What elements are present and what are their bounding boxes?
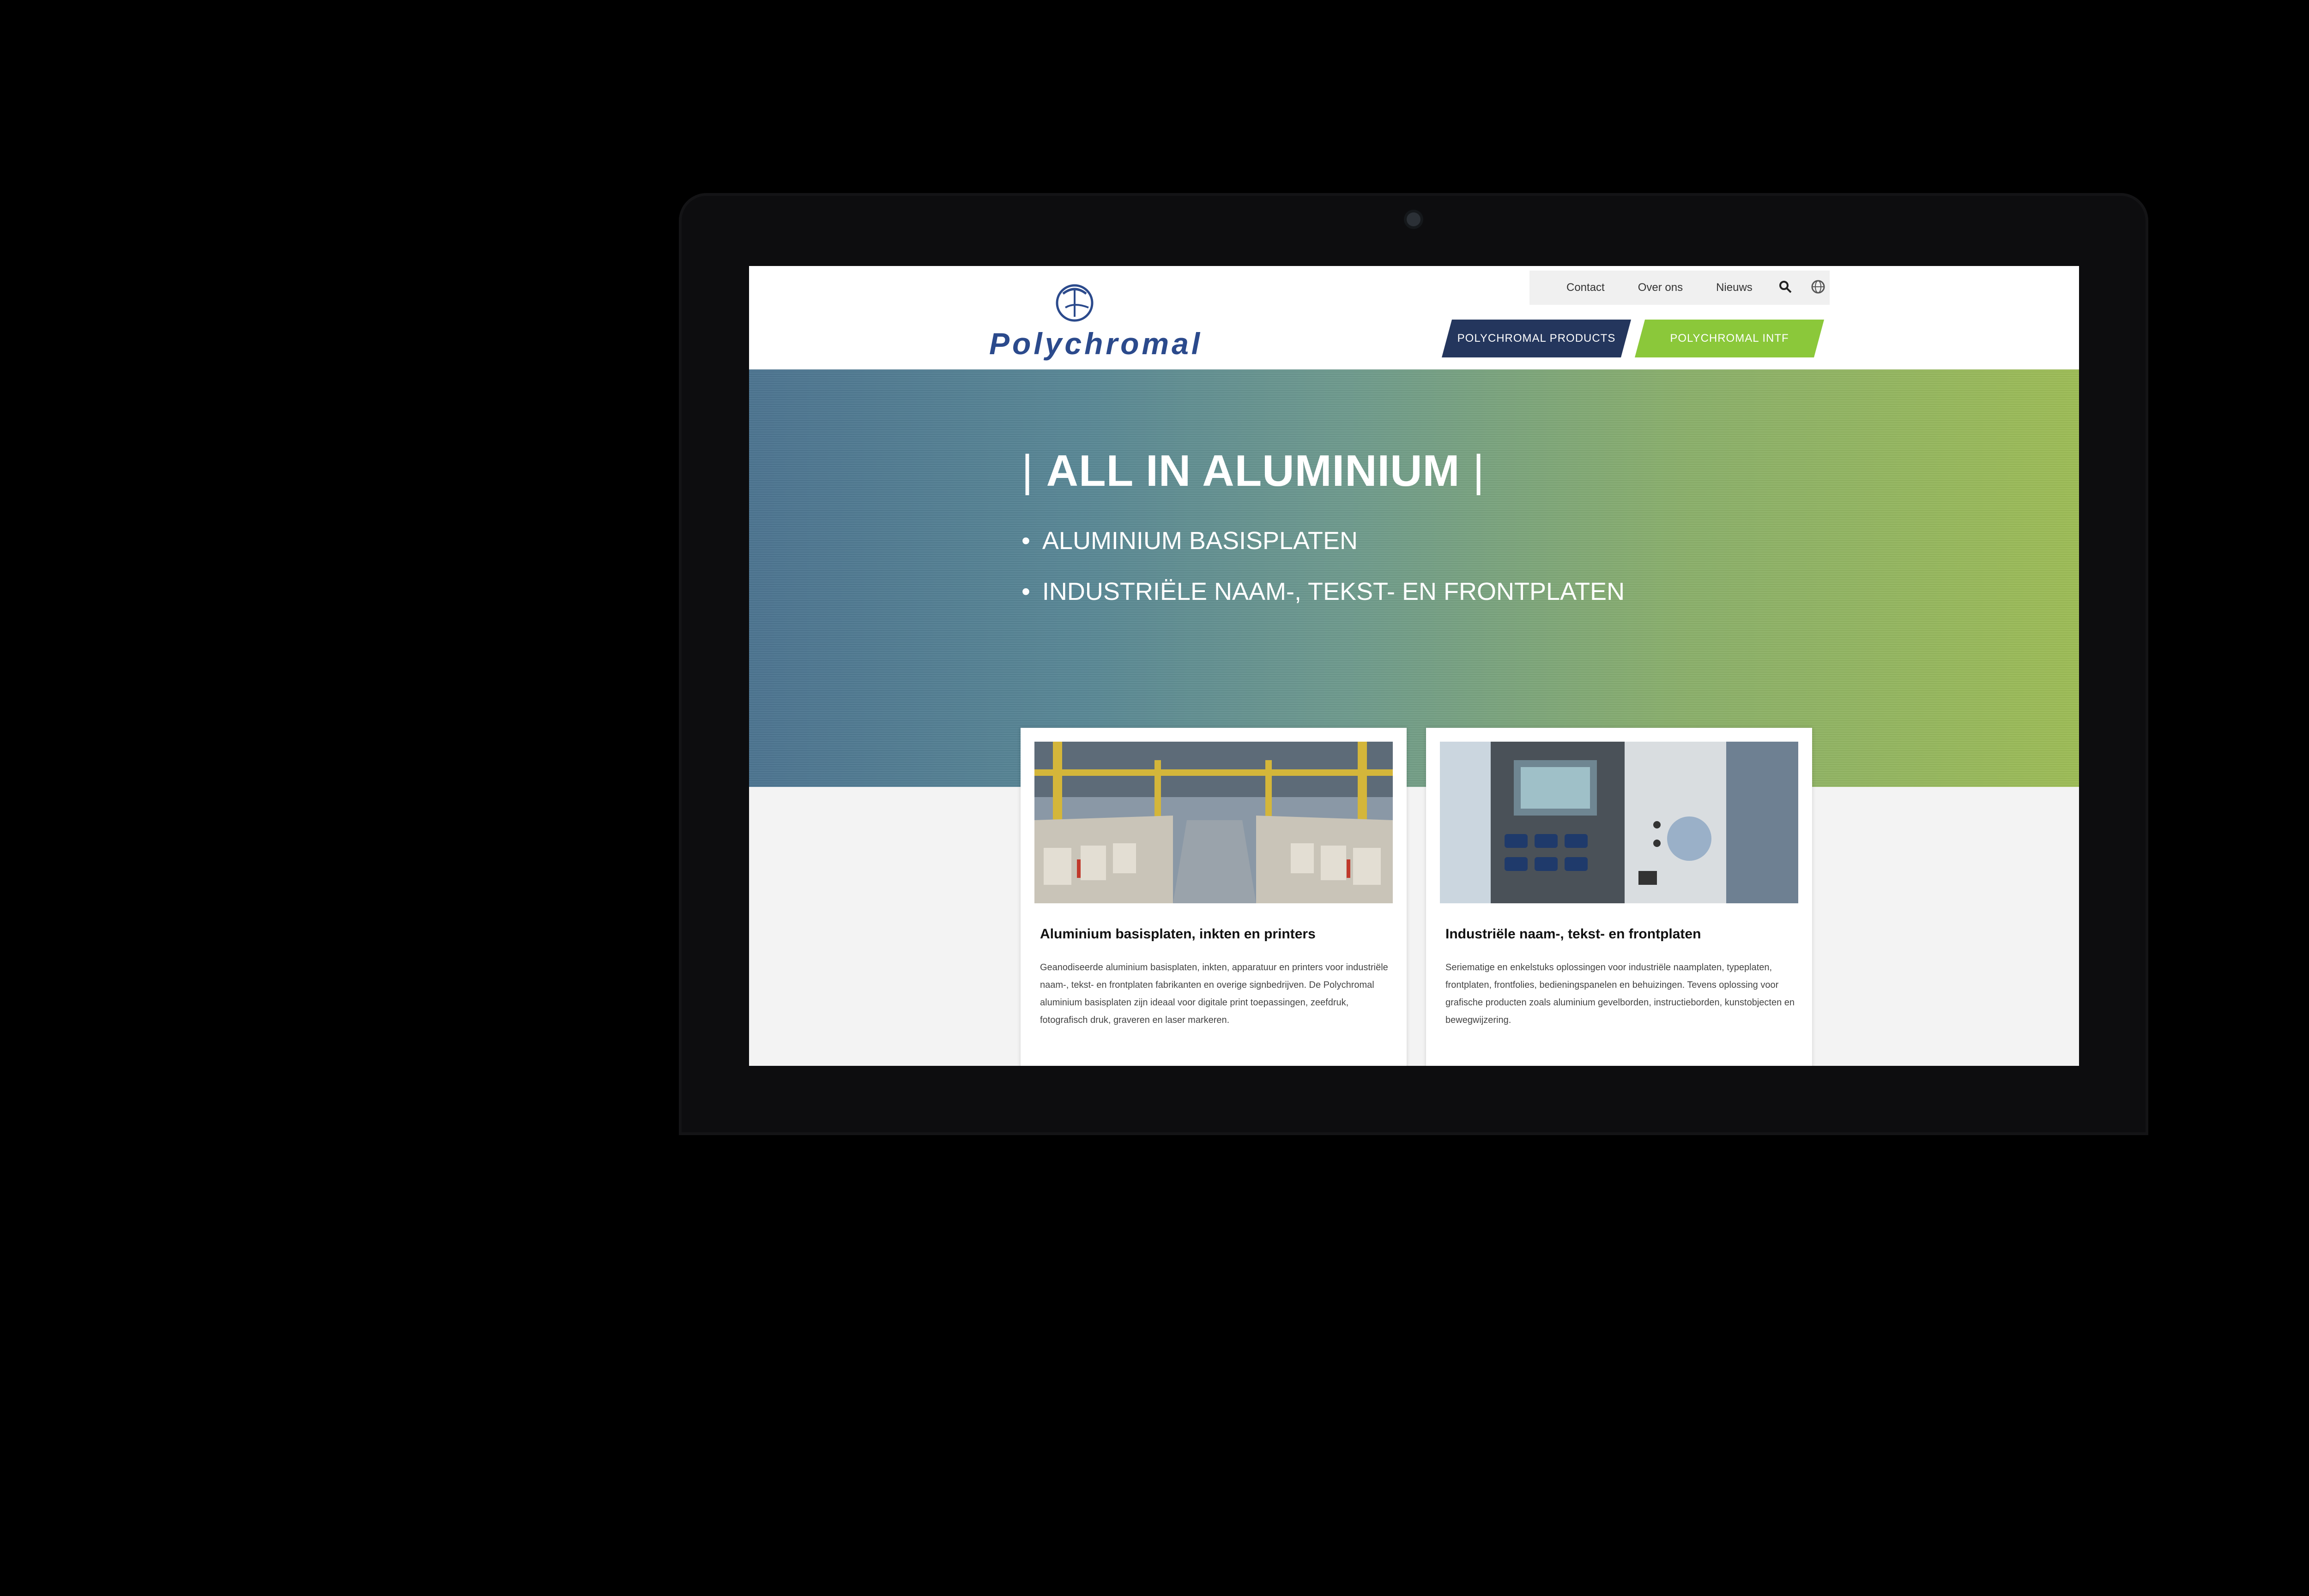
hero-bullet-list: ALUMINIUM BASISPLATEN INDUSTRIËLE NAAM-,… [1022, 526, 1625, 628]
card-aluminium-basisplaten[interactable]: Aluminium basisplaten, inkten en printer… [1021, 728, 1407, 1066]
card-industriele-platen[interactable]: Industriële naam-, tekst- en frontplaten… [1426, 728, 1812, 1066]
nav-contact[interactable]: Contact [1566, 281, 1605, 294]
factory-image [1034, 742, 1393, 903]
title-bar-left: | [1022, 446, 1046, 496]
card-title: Aluminium basisplaten, inkten en printer… [1040, 926, 1316, 942]
tab-polychromal-intf[interactable]: POLYCHROMAL INTF [1635, 320, 1824, 357]
card-body: Seriematige en enkelstuks oplossingen vo… [1445, 962, 1795, 1025]
site-header: Polychromal Contact Over ons Nieuws POLY… [749, 266, 2079, 369]
hero-bullet: ALUMINIUM BASISPLATEN [1022, 526, 1625, 555]
top-nav: Contact Over ons Nieuws [1529, 271, 1830, 305]
control-panel-image [1440, 742, 1798, 903]
globe-language-icon[interactable] [1811, 279, 1825, 296]
brand-name: Polychromal [989, 326, 1203, 361]
search-icon[interactable] [1778, 280, 1792, 296]
title-bar-right: | [1460, 446, 1485, 496]
hero-title-text: ALL IN ALUMINIUM [1046, 446, 1460, 496]
card-body: Geanodiseerde aluminium basisplaten, ink… [1040, 962, 1388, 1025]
globe-logo-icon [1056, 284, 1094, 322]
hero-title: | ALL IN ALUMINIUM | [1022, 446, 1485, 496]
hero-banner: | ALL IN ALUMINIUM | ALUMINIUM BASISPLAT… [749, 369, 2079, 787]
hero-bullet: INDUSTRIËLE NAAM-, TEKST- EN FRONTPLATEN [1022, 577, 1625, 606]
card-title: Industriële naam-, tekst- en frontplaten [1445, 926, 1701, 942]
nav-nieuws[interactable]: Nieuws [1716, 281, 1753, 294]
website-screen: Polychromal Contact Over ons Nieuws POLY… [749, 266, 2079, 1066]
webcam [1407, 212, 1420, 226]
tab-polychromal-products[interactable]: POLYCHROMAL PRODUCTS [1442, 320, 1631, 357]
polychromal-logo[interactable]: Polychromal [989, 280, 1200, 363]
nav-over-ons[interactable]: Over ons [1638, 281, 1683, 294]
